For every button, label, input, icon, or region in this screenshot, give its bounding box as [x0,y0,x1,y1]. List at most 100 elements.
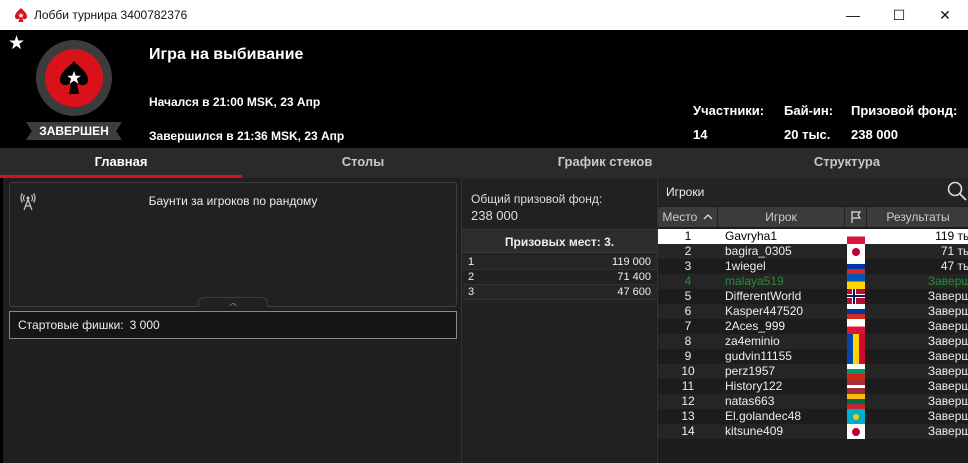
player-place: 11 [681,379,695,393]
close-button[interactable]: ✕ [922,0,968,30]
player-row[interactable]: 1 Gavryha1 119 тыс. [658,229,968,244]
player-row[interactable]: 10 perz1957 Заверш... [658,364,968,379]
country-flag-icon [845,409,867,424]
player-name: 2Aces_999 [725,319,786,333]
players-list: 1 Gavryha1 119 тыс. 2 bagira_0305 71 тыс. 3 1wi… [658,229,968,439]
player-place: 9 [684,349,692,363]
prize-place: 3 [468,286,475,298]
player-row[interactable]: 11 History122 Заверш... [658,379,968,394]
starting-chips-value: 3 000 [129,318,160,332]
column-place[interactable]: Место [658,207,718,227]
chevron-up-icon[interactable]: ︿ [198,297,268,307]
player-row[interactable]: 3 1wiegel 47 тыс. [658,259,968,274]
player-row[interactable]: 6 Kasper447520 Заверш... [658,304,968,319]
prize-panel: Общий призовой фонд: 238 000 Призовых ме… [461,178,657,463]
prize-pool-total-value: 238 000 [471,208,518,223]
window-title: Лобби турнира 3400782376 [34,8,188,22]
player-row[interactable]: 9 gudvin11155 Заверш... [658,349,968,364]
favorite-star-icon[interactable]: ★ [8,34,25,54]
country-flag-icon [845,304,867,319]
player-name: kitsune409 [725,424,784,438]
country-flag-icon [845,349,867,364]
player-row[interactable]: 5 DifferentWorld Заверш... [658,289,968,304]
search-icon[interactable] [947,181,967,201]
prize-row: 1 119 000 [462,255,657,270]
player-result: Заверш... [927,289,968,303]
column-result[interactable]: Результаты [867,207,968,227]
country-flag-icon [845,289,867,304]
player-row[interactable]: 4 malaya519 Заверш... [658,274,968,289]
bounty-info-panel: Баунти за игроков по рандому ︿ [9,182,457,307]
player-result: Заверш... [927,409,968,423]
country-flag-icon [845,274,867,289]
spade-logo-icon [60,61,88,94]
prize-table: 1 119 000 2 71 400 3 47 600 [462,255,657,300]
player-name: DifferentWorld [725,289,802,303]
tab-structure[interactable]: Структура [726,148,968,178]
player-place: 6 [684,304,692,318]
player-place: 3 [684,259,692,273]
player-name: gudvin11155 [725,349,792,363]
flag-column-icon[interactable] [845,207,867,227]
player-row[interactable]: 2 bagira_0305 71 тыс. [658,244,968,259]
prize-pool-value: 238 000 [851,127,898,142]
tab-stack-chart[interactable]: График стеков [484,148,726,178]
column-player[interactable]: Игрок [718,207,845,227]
tab-tables[interactable]: Столы [242,148,484,178]
players-column-header: Место Игрок Результаты [658,207,968,227]
window-titlebar: Лобби турнира 3400782376 — ☐ ✕ [0,0,968,30]
country-flag-icon [845,364,867,379]
tournament-header: ★ ЗАВЕРШЕН Игра на выбивание Начался в 2… [0,30,968,148]
player-name: History122 [725,379,783,393]
end-time: Завершился в 21:36 MSK, 23 Апр [149,129,345,143]
country-flag-icon [845,394,867,409]
prize-place: 1 [468,256,475,268]
prize-pool-label: Призовой фонд: [851,103,958,118]
player-place: 12 [681,394,695,408]
player-place: 10 [681,364,695,378]
tournament-avatar [36,40,112,116]
players-title: Игроки [666,185,705,199]
player-name: Kasper447520 [725,304,804,318]
country-flag-icon [845,379,867,394]
country-flag-icon [845,334,867,349]
buyin-value: 20 тыс. [784,127,831,142]
minimize-button[interactable]: — [830,0,876,30]
prize-amount: 47 600 [617,286,651,298]
players-header: Игроки [658,178,968,206]
player-result: Заверш... [927,424,968,438]
prize-amount: 119 000 [612,256,651,268]
status-badge: ЗАВЕРШЕН [26,122,122,140]
bounty-text: Баунти за игроков по рандому [148,194,318,208]
player-name: za4eminio [725,334,780,348]
player-result: Заверш... [927,349,968,363]
player-row[interactable]: 12 natas663 Заверш... [658,394,968,409]
prize-row: 2 71 400 [462,270,657,285]
player-row[interactable]: 8 za4eminio Заверш... [658,334,968,349]
prize-row: 3 47 600 [462,285,657,300]
participants-label: Участники: [693,103,765,118]
player-row[interactable]: 7 2Aces_999 Заверш... [658,319,968,334]
sort-up-icon [703,214,713,220]
tab-main[interactable]: Главная [0,148,242,178]
tab-bar: Главная Столы График стеков Структура [0,148,968,178]
player-name: malaya519 [725,274,784,288]
country-flag-icon [845,259,867,274]
player-row[interactable]: 14 kitsune409 Заверш... [658,424,968,439]
buyin-label: Бай-ин: [784,103,834,118]
player-place: 5 [684,289,692,303]
player-result: Заверш... [927,394,968,408]
player-place: 7 [684,319,692,333]
players-panel: Игроки Место Игрок Результаты 1 Gavryha1 1… [657,178,968,463]
player-place: 4 [684,274,692,288]
starting-chips-label: Стартовые фишки: [18,318,124,332]
maximize-button[interactable]: ☐ [876,0,922,30]
prize-places-header: Призовых мест: 3. [462,229,657,253]
player-result: 71 тыс. [940,244,968,258]
player-place: 2 [684,244,692,258]
player-row[interactable]: 13 El.golandec48 Заверш... [658,409,968,424]
player-name: perz1957 [725,364,776,378]
player-result: Заверш... [927,379,968,393]
player-place: 14 [681,424,695,438]
player-result: Заверш... [927,319,968,333]
